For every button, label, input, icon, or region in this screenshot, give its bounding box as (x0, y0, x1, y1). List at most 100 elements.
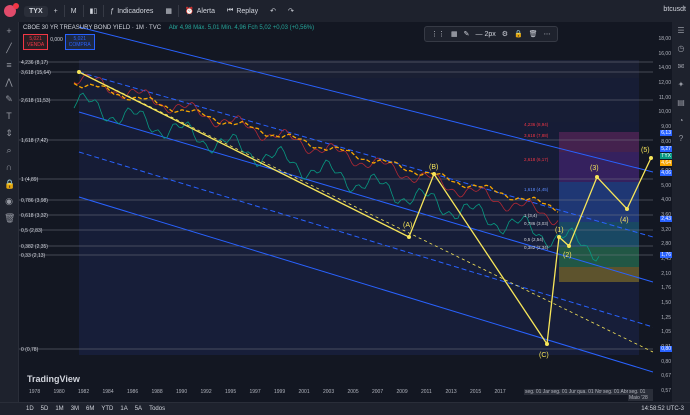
clock[interactable]: 14:58:52 UTC-3 (641, 406, 684, 412)
price-tag: 4,06 (660, 170, 672, 176)
chart-drawing[interactable]: (A) (B) (C) (1) (2) (3) (4) (5) 4,236 (8… (19, 22, 653, 402)
crosshair-icon[interactable]: + (4, 26, 14, 36)
wave-label-b: (B) (429, 164, 438, 171)
settings-icon[interactable]: ⚙ (502, 30, 508, 38)
range-button[interactable]: 1D (26, 406, 34, 412)
price-tick: 1,50 (661, 300, 671, 306)
time-tick: 1988 (151, 389, 163, 395)
pencil-icon[interactable]: ✎ (464, 30, 470, 38)
time-tick: 1986 (127, 389, 139, 395)
time-tick: 1995 (225, 389, 237, 395)
clock-icon[interactable]: ◷ (676, 44, 686, 54)
chart-canvas[interactable]: (A) (B) (C) (1) (2) (3) (4) (5) 4,236 (8… (19, 22, 653, 402)
watchlist-icon[interactable]: ☰ (676, 26, 686, 36)
replay-button[interactable]: ⏮ Replay (221, 0, 264, 22)
wave-label-5: (5) (641, 147, 650, 154)
ohlc-values: Abr 4,98 Máx. 5,01 Mín. 4,96 Fch 5,02 +0… (168, 25, 315, 31)
calendar-icon[interactable]: ▤ (676, 98, 686, 108)
pattern-icon[interactable]: ⋀ (4, 77, 14, 87)
chart-type-button[interactable]: ▮▯ (84, 0, 104, 22)
top-toolbar: TYX + M ▮▯ ƒ Indicadores ▦ ⏰ Alerta ⏮ Repla… (0, 0, 690, 23)
redo-icon: ↷ (288, 8, 294, 15)
magnet-icon[interactable]: ∩ (4, 162, 14, 172)
fib-icon[interactable]: ≡ (4, 60, 14, 70)
more-icon[interactable]: ⋯ (544, 30, 551, 38)
lock-icon[interactable]: 🔒 (4, 179, 15, 189)
range-button[interactable]: 1M (55, 406, 63, 412)
buy-button[interactable]: 5,021 COMPRA (64, 34, 95, 50)
series-legend: CBOE 30 YR TREASURY BOND YIELD · 1M · TV… (23, 25, 314, 31)
time-tick: seg. 01 Jun (550, 389, 578, 395)
time-tick: seg. 01 Abr (602, 389, 630, 395)
brush-icon[interactable]: ✎ (4, 94, 14, 104)
fib-label: 0,33 (2,13) (21, 253, 46, 259)
trash-icon[interactable]: 🗑 (4, 213, 15, 223)
fib-label: 0,382 (2,35) (21, 244, 48, 250)
templates-button[interactable]: ▦ (159, 0, 178, 22)
fib-label: 1 (4,89) (21, 177, 39, 183)
drag-handle-icon[interactable]: ⋮⋮ (431, 30, 445, 38)
range-button[interactable]: 6M (86, 406, 94, 412)
fib-label: 0,618 (3,32) (21, 213, 48, 219)
alert-button[interactable]: ⏰ Alerta (179, 0, 221, 22)
price-tick: 10,00 (658, 109, 671, 116)
notification-icon[interactable]: ◔ (676, 116, 686, 126)
price-axis[interactable]: 18,0016,0014,0012,0011,0010,009,008,007,… (653, 22, 672, 402)
range-button[interactable]: 5A (135, 406, 142, 412)
eye-icon[interactable]: ◉ (4, 196, 14, 206)
fib-label: 0,5 (2,83) (21, 228, 43, 234)
trendline-icon[interactable]: ╱ (4, 43, 14, 53)
redo-button[interactable]: ↷ (282, 0, 300, 22)
undo-button[interactable]: ↶ (264, 0, 282, 22)
inner-fib-label: 1,618 (4,45) (524, 187, 549, 192)
price-tick: 18,00 (658, 36, 671, 42)
chat-icon[interactable]: ✉ (676, 62, 686, 72)
price-tick: 12,00 (658, 80, 671, 86)
price-tick: 1,76 (661, 285, 671, 292)
price-tag: TYX (660, 153, 672, 159)
wave-label-1: (1) (555, 227, 564, 234)
text-icon[interactable]: T (4, 111, 14, 121)
sell-button[interactable]: 5,021 VENDA (23, 34, 49, 50)
add-symbol-button[interactable]: + (48, 0, 64, 22)
price-tick: 5,00 (661, 182, 671, 189)
price-tick: 0,57 (661, 388, 671, 394)
inner-fib-label: 0,786 (3,03) (524, 221, 549, 226)
range-button[interactable]: 5D (41, 406, 49, 412)
time-tick: 1982 (78, 389, 90, 395)
price-tag: 0,80 (660, 346, 672, 352)
alert-label: Alerta (196, 7, 216, 15)
layout-name[interactable]: btcusdt (663, 6, 686, 13)
time-tick: 2015 (470, 389, 482, 395)
symbol-search-button[interactable]: TYX (24, 5, 48, 17)
trade-panel: 5,021 VENDA 0,000 5,021 COMPRA (23, 34, 95, 50)
trash-icon[interactable]: 🗑 (529, 30, 538, 38)
price-tick: 3,20 (661, 226, 671, 233)
lock-icon[interactable]: 🔒 (514, 30, 523, 38)
fib-label: 4,236 (8,17) (21, 60, 48, 66)
range-button[interactable]: Todos (149, 406, 165, 412)
inner-fib-label: 0,382 (2,34) (524, 245, 549, 250)
range-button[interactable]: YTD (101, 406, 113, 412)
indicators-button[interactable]: ƒ Indicadores (104, 0, 159, 22)
time-tick: 2009 (396, 389, 408, 395)
interval-button[interactable]: M (65, 0, 83, 22)
series-title[interactable]: CBOE 30 YR TREASURY BOND YIELD · 1M · TV… (23, 25, 161, 31)
time-tick: 2017 (494, 389, 506, 395)
alarm-icon: ⏰ (185, 8, 194, 15)
idea-icon[interactable]: ✦ (676, 80, 686, 90)
price-tick: 11,00 (658, 94, 671, 101)
template-icon[interactable]: ▦ (451, 30, 458, 38)
help-icon[interactable]: ? (676, 134, 686, 144)
range-button[interactable]: 3M (71, 406, 79, 412)
measure-icon[interactable]: ⇕ (4, 128, 14, 138)
range-button[interactable]: 1A (120, 406, 127, 412)
time-tick: 2011 (421, 389, 432, 395)
line-width-button[interactable]: — 2px (476, 31, 496, 38)
time-tick: 2005 (347, 389, 359, 395)
time-axis[interactable]: 1978 1980 1982 1984 1986 1988 1990 1992 1995 1997… (19, 380, 653, 401)
zoom-icon[interactable]: ⌕ (4, 145, 14, 155)
price-tag: 2,43 (660, 216, 672, 222)
price-tag: 1,76 (660, 252, 672, 258)
avatar[interactable] (4, 3, 19, 17)
